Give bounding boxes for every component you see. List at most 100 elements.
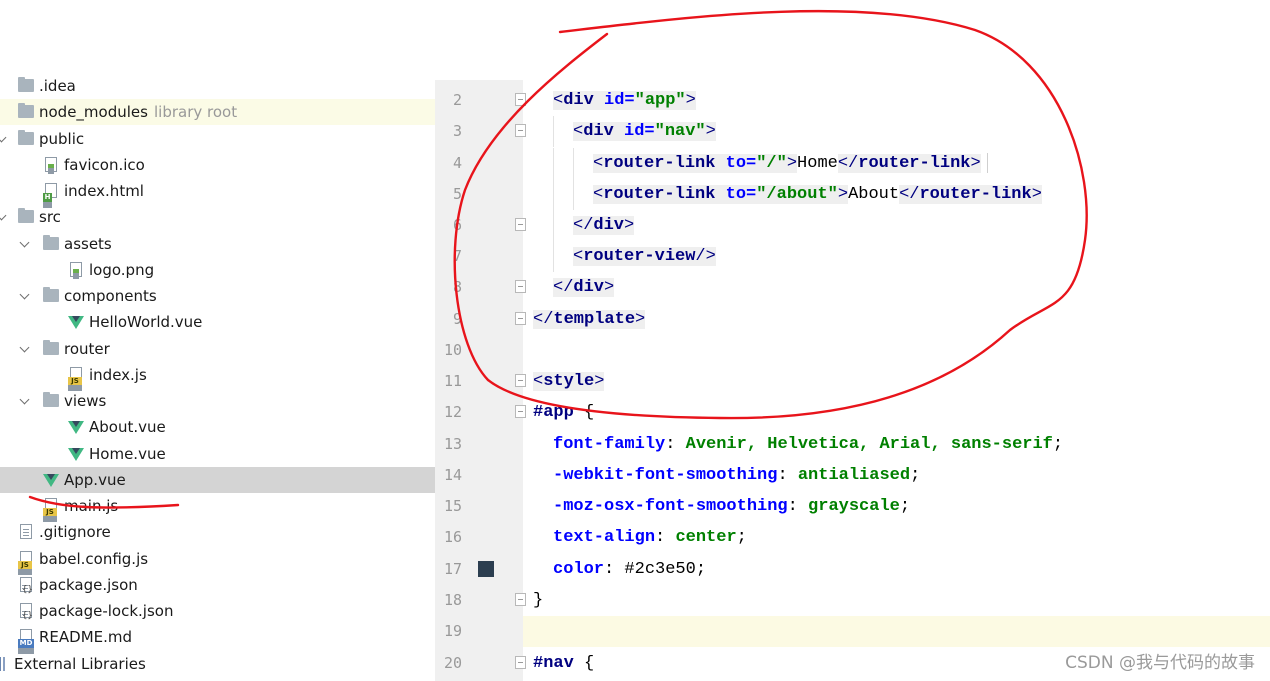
tree-item-logo[interactable]: logo.png bbox=[0, 257, 435, 283]
line-number: 18 bbox=[443, 591, 462, 609]
library-root-label: library root bbox=[154, 103, 238, 121]
fold-marker-icon[interactable] bbox=[515, 593, 526, 606]
code-line[interactable]: 10 bbox=[435, 335, 1270, 366]
code-line[interactable]: 18 } bbox=[435, 585, 1270, 616]
code-token: About bbox=[848, 185, 900, 204]
tree-item-components[interactable]: components bbox=[0, 283, 435, 309]
tree-item-label: public bbox=[39, 130, 85, 148]
chevron-down-icon[interactable] bbox=[19, 388, 31, 414]
code-line[interactable]: 8 </div> bbox=[435, 272, 1270, 303]
line-number: 3 bbox=[452, 122, 462, 140]
code-text: <router-link to="/about">About</router-l… bbox=[593, 179, 1042, 210]
tree-item-public[interactable]: public bbox=[0, 126, 435, 152]
code-token: { bbox=[573, 654, 595, 673]
code-token: /> bbox=[695, 247, 716, 266]
code-line[interactable]: 14 -webkit-font-smoothing: antialiased; bbox=[435, 460, 1270, 491]
chevron-down-icon[interactable] bbox=[19, 283, 31, 309]
tree-item-babel-config[interactable]: babel.config.js bbox=[0, 546, 435, 572]
tree-item-main-js[interactable]: main.js bbox=[0, 493, 435, 519]
tree-item-index-html[interactable]: index.html bbox=[0, 178, 435, 204]
folder-icon bbox=[18, 126, 34, 152]
code-editor[interactable]: 2 <div id="app"> 3 <div id="nav"> 4 <rou… bbox=[435, 80, 1270, 681]
tree-item-favicon[interactable]: favicon.ico bbox=[0, 152, 435, 178]
code-token: #app bbox=[533, 403, 574, 422]
code-text: #nav { bbox=[533, 648, 594, 679]
folder-icon bbox=[18, 99, 34, 125]
code-line[interactable]: 7 <router-view/> bbox=[435, 241, 1270, 272]
fold-marker-icon[interactable] bbox=[515, 124, 526, 137]
line-number: 19 bbox=[443, 622, 462, 640]
code-line[interactable]: 15 -moz-osx-font-smoothing: grayscale; bbox=[435, 491, 1270, 522]
code-token: > bbox=[594, 372, 605, 391]
line-number: 11 bbox=[443, 372, 462, 390]
js-file-icon bbox=[68, 362, 84, 388]
code-text: <style> bbox=[533, 366, 605, 397]
folder-icon bbox=[43, 336, 59, 362]
tree-item-package-lock[interactable]: package-lock.json bbox=[0, 598, 435, 624]
line-number: 16 bbox=[443, 528, 462, 546]
line-number: 13 bbox=[443, 435, 462, 453]
chevron-down-icon[interactable] bbox=[19, 336, 31, 362]
tree-item-views[interactable]: views bbox=[0, 388, 435, 414]
code-line[interactable]: 4 <router-link to="/">Home</router-link> bbox=[435, 148, 1270, 179]
tree-item-label: logo.png bbox=[89, 261, 155, 279]
tree-item-gitignore[interactable]: .gitignore bbox=[0, 519, 435, 545]
code-token: #nav bbox=[533, 654, 574, 673]
code-token: > bbox=[786, 154, 798, 173]
code-line[interactable]: 19 bbox=[435, 616, 1270, 647]
tree-item-idea[interactable]: .idea bbox=[0, 73, 435, 99]
tree-item-readme[interactable]: README.md bbox=[0, 624, 435, 650]
tree-item-label: .idea bbox=[39, 77, 76, 95]
code-token: div bbox=[583, 122, 614, 141]
tree-item-router[interactable]: router bbox=[0, 336, 435, 362]
tree-item-label: babel.config.js bbox=[39, 550, 149, 568]
code-line[interactable]: 12 #app { bbox=[435, 397, 1270, 428]
markdown-file-icon bbox=[18, 624, 34, 650]
library-icon bbox=[0, 651, 10, 677]
tree-item-app-vue[interactable]: App.vue bbox=[0, 467, 435, 493]
tree-item-label: index.html bbox=[64, 182, 144, 200]
chevron-down-icon[interactable] bbox=[19, 231, 31, 257]
fold-marker-icon[interactable] bbox=[515, 656, 526, 669]
code-line[interactable]: 17 color: #2c3e50; bbox=[435, 554, 1270, 585]
code-line[interactable]: 13 font-family: Avenir, Helvetica, Arial… bbox=[435, 429, 1270, 460]
code-line[interactable]: 9 </template> bbox=[435, 304, 1270, 335]
code-token: { bbox=[573, 403, 595, 422]
tree-item-router-index[interactable]: index.js bbox=[0, 362, 435, 388]
tree-item-node-modules[interactable]: node_modules library root bbox=[0, 99, 435, 125]
tree-item-label: router bbox=[64, 340, 110, 358]
code-text: text-align: center; bbox=[553, 528, 747, 547]
code-line[interactable]: 16 text-align: center; bbox=[435, 522, 1270, 553]
tree-item-assets[interactable]: assets bbox=[0, 231, 435, 257]
line-number: 5 bbox=[452, 185, 462, 203]
fold-marker-icon[interactable] bbox=[515, 218, 526, 231]
tree-item-label: components bbox=[64, 287, 157, 305]
code-token: Avenir, Helvetica, Arial, sans-serif bbox=[685, 435, 1053, 454]
tree-item-home-vue[interactable]: Home.vue bbox=[0, 441, 435, 467]
fold-marker-icon[interactable] bbox=[515, 405, 526, 418]
code-line[interactable]: 3 <div id="nav"> bbox=[435, 116, 1270, 147]
fold-marker-icon[interactable] bbox=[515, 374, 526, 387]
line-number: 15 bbox=[443, 497, 462, 515]
chevron-down-icon[interactable] bbox=[0, 126, 8, 152]
code-line[interactable]: 5 <router-link to="/about">About</router… bbox=[435, 179, 1270, 210]
tree-item-about-vue[interactable]: About.vue bbox=[0, 414, 435, 440]
code-line[interactable]: 6 </div> bbox=[435, 210, 1270, 241]
code-token: > bbox=[1031, 185, 1042, 204]
code-text: font-family: Avenir, Helvetica, Arial, s… bbox=[553, 435, 1064, 454]
fold-marker-icon[interactable] bbox=[515, 312, 526, 325]
tree-item-package-json[interactable]: package.json bbox=[0, 572, 435, 598]
color-swatch[interactable] bbox=[478, 561, 494, 577]
code-line[interactable]: 11 <style> bbox=[435, 366, 1270, 397]
code-line[interactable]: 2 <div id="app"> bbox=[435, 85, 1270, 116]
fold-marker-icon[interactable] bbox=[515, 280, 526, 293]
chevron-down-icon[interactable] bbox=[0, 204, 8, 230]
fold-marker-icon[interactable] bbox=[515, 93, 526, 106]
tree-item-external-libraries[interactable]: External Libraries bbox=[0, 651, 435, 677]
tree-item-label: Home.vue bbox=[89, 445, 166, 463]
code-token: < bbox=[573, 122, 584, 141]
indent-guide bbox=[573, 179, 574, 210]
tree-item-src[interactable]: src bbox=[0, 204, 435, 230]
tree-item-helloworld[interactable]: HelloWorld.vue bbox=[0, 309, 435, 335]
code-text: <div id="app"> bbox=[553, 85, 696, 116]
